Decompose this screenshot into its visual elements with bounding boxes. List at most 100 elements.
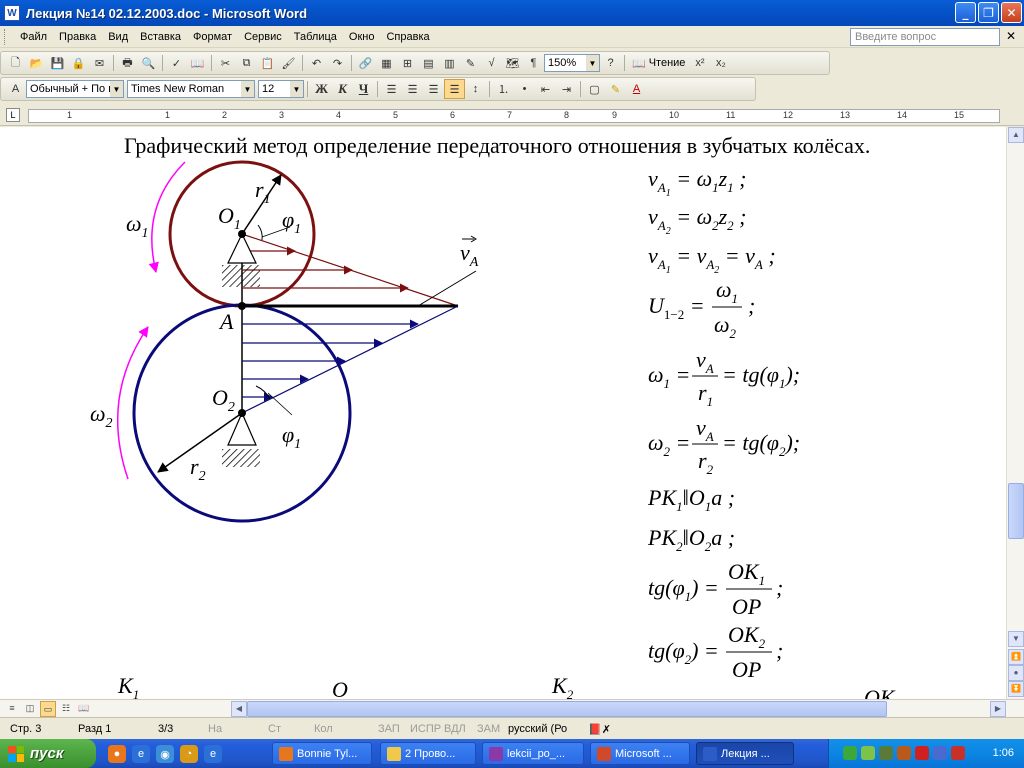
horizontal-scroll-track[interactable]: ◀ ▶ [95,701,1006,717]
status-ovr[interactable]: ЗАМ [477,723,500,735]
vertical-scrollbar[interactable]: ▲ ▼ ⏫ ● ⏬ [1006,127,1024,699]
email-icon[interactable]: ✉ [89,53,110,73]
menu-help[interactable]: Справка [380,29,435,45]
next-page-icon[interactable]: ⏬ [1008,681,1024,697]
document-page[interactable]: Графический метод определение передаточн… [0,127,1006,699]
print-icon[interactable]: 🖶 [117,53,138,73]
close-document-icon[interactable]: ✕ [1006,29,1016,43]
format-painter-icon[interactable]: 🖌 [278,53,299,73]
highlight-icon[interactable]: ✎ [605,79,626,99]
italic-button[interactable]: К [332,79,353,99]
hyperlink-icon[interactable]: 🔗 [355,53,376,73]
restore-button[interactable]: ❐ [978,2,999,23]
print-layout-icon[interactable]: ▭ [40,701,56,717]
firefox-icon[interactable]: ● [108,745,126,763]
zoom-select[interactable]: 150% ▼ [544,54,600,72]
taskbar-item[interactable]: Лекция ... [696,742,794,765]
show-hide-icon[interactable]: ¶ [523,53,544,73]
media-icon[interactable]: ◔ [180,745,198,763]
reading-button[interactable]: 📖 Чтение [628,57,689,70]
font-color-icon[interactable]: A [626,79,647,99]
cut-icon[interactable]: ✂ [215,53,236,73]
minimize-button[interactable]: _ [955,2,976,23]
font-size-select[interactable]: 12 ▼ [258,80,304,98]
numbering-icon[interactable]: ⒈ [493,79,514,99]
taskbar-item[interactable]: 2 Прово... [380,742,476,765]
taskbar-item[interactable]: lekcii_po_... [482,742,584,765]
web-view-icon[interactable]: ◫ [22,701,38,717]
spelling-icon[interactable]: ✓ [166,53,187,73]
align-left-icon[interactable]: ☰ [381,79,402,99]
ruler-strip[interactable] [28,109,1000,123]
ie-icon[interactable]: e [204,745,222,763]
tab-selector[interactable]: L [6,108,20,122]
reading-view-icon[interactable]: 📖 [76,701,92,717]
document-map-icon[interactable]: 🗺 [502,53,523,73]
print-preview-icon[interactable]: 🔍 [138,53,159,73]
copy-icon[interactable]: ⧉ [236,53,257,73]
bullets-icon[interactable]: • [514,79,535,99]
taskbar-item[interactable]: Bonnie Tyl... [272,742,372,765]
permission-icon[interactable]: 🔒 [68,53,89,73]
menu-file[interactable]: Файл [14,29,53,45]
normal-view-icon[interactable]: ≡ [4,701,20,717]
tray-app-icon[interactable] [915,746,929,760]
menu-edit[interactable]: Правка [53,29,102,45]
ie-icon[interactable]: e [132,745,150,763]
subscript-icon[interactable]: x₂ [710,53,731,73]
tables-borders-icon[interactable]: ▦ [376,53,397,73]
vertical-scroll-thumb[interactable] [1008,483,1024,539]
new-document-icon[interactable]: 🗋 [5,53,26,73]
scroll-left-icon[interactable]: ◀ [231,701,247,717]
menu-insert[interactable]: Вставка [134,29,187,45]
style-select[interactable]: Обычный + По ц ▼ [26,80,124,98]
shield-icon[interactable] [951,746,965,760]
menu-tools[interactable]: Сервис [238,29,288,45]
status-trk[interactable]: ИСПР [410,723,441,735]
status-ext[interactable]: ВДЛ [444,723,466,735]
columns-icon[interactable]: ▥ [439,53,460,73]
research-icon[interactable]: 📖 [187,53,208,73]
close-button[interactable]: ✕ [1001,2,1022,23]
increase-indent-icon[interactable]: ⇥ [556,79,577,99]
menu-format[interactable]: Формат [187,29,238,45]
redo-icon[interactable]: ↷ [327,53,348,73]
styles-pane-icon[interactable]: A [5,79,26,99]
ask-question-input[interactable]: Введите вопрос [850,28,1000,46]
scroll-down-icon[interactable]: ▼ [1008,631,1024,647]
chevron-down-icon[interactable]: ▼ [110,81,123,97]
scroll-up-icon[interactable]: ▲ [1008,127,1024,143]
equation-icon[interactable]: √ [481,53,502,73]
superscript-icon[interactable]: x² [689,53,710,73]
font-select[interactable]: Times New Roman ▼ [127,80,255,98]
tray-app-icon[interactable] [843,746,857,760]
bold-button[interactable]: Ж [311,79,332,99]
insert-table-icon[interactable]: ⊞ [397,53,418,73]
align-right-icon[interactable]: ☰ [423,79,444,99]
menu-window[interactable]: Окно [343,29,381,45]
horizontal-scroll-thumb[interactable] [247,701,887,717]
borders-icon[interactable]: ▢ [584,79,605,99]
help-icon[interactable]: ? [600,53,621,73]
messenger-icon[interactable]: ◉ [156,745,174,763]
paste-icon[interactable]: 📋 [257,53,278,73]
open-icon[interactable]: 📂 [26,53,47,73]
browse-object-icon[interactable]: ● [1008,665,1024,681]
menu-table[interactable]: Таблица [288,29,343,45]
tray-app-icon[interactable] [879,746,893,760]
chevron-down-icon[interactable]: ▼ [290,81,303,97]
menu-view[interactable]: Вид [102,29,134,45]
save-icon[interactable]: 💾 [47,53,68,73]
previous-page-icon[interactable]: ⏫ [1008,649,1024,665]
status-rec[interactable]: ЗАП [378,723,400,735]
underline-button[interactable]: Ч [353,79,374,99]
chevron-down-icon[interactable]: ▼ [241,81,254,97]
taskbar-item[interactable]: Microsoft ... [590,742,690,765]
start-button[interactable]: пуск [0,739,96,768]
justify-icon[interactable]: ☰ [444,79,465,99]
tray-app-icon[interactable] [861,746,875,760]
outline-view-icon[interactable]: ☷ [58,701,74,717]
undo-icon[interactable]: ↶ [306,53,327,73]
line-spacing-icon[interactable]: ↕ [465,79,486,99]
scroll-right-icon[interactable]: ▶ [990,701,1006,717]
